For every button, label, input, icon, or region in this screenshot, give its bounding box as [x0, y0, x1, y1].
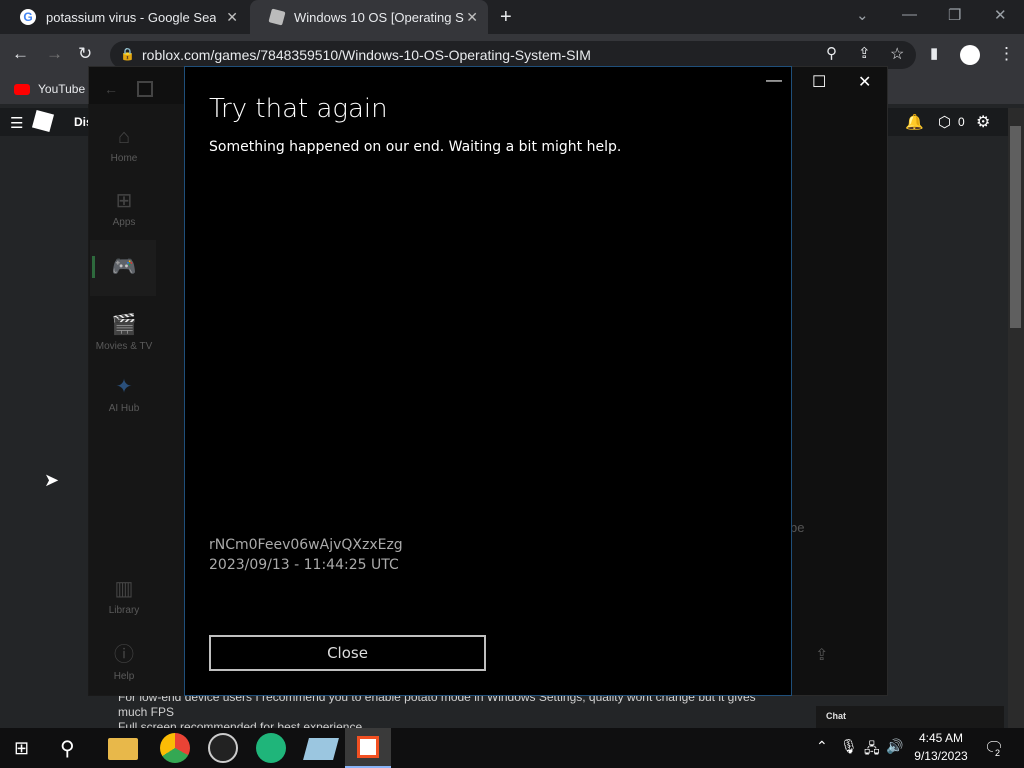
close-tab-icon[interactable]: ✕	[466, 9, 478, 26]
sidebar-label: AI Hub	[108, 403, 140, 414]
google-icon: G	[20, 9, 36, 25]
zoom-icon[interactable]: ⚲	[826, 44, 837, 62]
minimize-window-button[interactable]: —	[766, 72, 782, 90]
tab-roblox-active[interactable]: Windows 10 OS [Operating Syste ✕	[250, 0, 488, 34]
notification-bell-icon[interactable]: 🔔	[905, 113, 924, 131]
home-icon: ⌂	[117, 126, 131, 148]
side-panel-icon[interactable]: ▮	[930, 44, 938, 62]
film-icon: 🎬	[111, 314, 137, 336]
maximize-window-button[interactable]: ☐	[812, 72, 826, 92]
app-blue-icon[interactable]	[303, 738, 339, 760]
volume-icon[interactable]: 🔊	[886, 738, 903, 755]
clock-date[interactable]: 9/13/2023	[908, 749, 974, 763]
sidebar-label: Library	[108, 605, 140, 616]
share-icon[interactable]: ⇪	[815, 645, 828, 665]
app-green-icon[interactable]	[256, 733, 286, 763]
new-tab-button[interactable]: +	[500, 6, 512, 29]
search-icon[interactable]: ⚲	[60, 736, 75, 761]
hamburger-icon[interactable]: ☰	[10, 114, 23, 132]
tab-google-search[interactable]: G potassium virus - Google Search ✕	[0, 0, 248, 34]
network-icon[interactable]: 🖧	[864, 738, 880, 762]
error-dialog	[184, 66, 792, 696]
lock-icon[interactable]: 🔒	[120, 47, 135, 61]
chat-label[interactable]: Chat	[826, 711, 846, 721]
settings-gear-icon[interactable]: ⚙	[976, 112, 990, 132]
close-window-button[interactable]: ✕	[858, 72, 871, 92]
store-back-icon[interactable]: ←	[104, 81, 118, 97]
sidebar-item-home[interactable]: ⌂ Home	[88, 126, 160, 164]
sidebar-item-movies[interactable]: 🎬 Movies & TV	[88, 312, 160, 352]
mouse-cursor-icon: ➤	[44, 470, 60, 490]
roblox-favicon-icon	[268, 8, 286, 26]
sidebar-label: Home	[110, 153, 138, 164]
menu-kebab-icon[interactable]: ⋮	[998, 44, 1015, 64]
gamepad-icon: 🎮	[111, 256, 137, 278]
close-tab-icon[interactable]: ✕	[226, 9, 238, 26]
chrome-icon[interactable]	[160, 733, 190, 763]
url-text[interactable]: roblox.com/games/7848359510/Windows-10-O…	[142, 47, 591, 63]
bookmark-star-icon[interactable]: ☆	[890, 44, 904, 64]
scrollbar-thumb[interactable]	[1010, 126, 1021, 328]
share-icon[interactable]: ⇪	[858, 44, 871, 62]
minimize-browser-button[interactable]: —	[902, 6, 917, 23]
forward-icon[interactable]: →	[46, 44, 63, 64]
tab-search-icon[interactable]: ⌄	[856, 6, 869, 24]
sidebar-label: Apps	[112, 217, 136, 228]
dialog-message: Something happened on our end. Waiting a…	[209, 139, 622, 155]
windows-start-icon[interactable]: ⊞	[14, 738, 29, 759]
library-icon: ▥	[114, 578, 134, 600]
file-explorer-icon[interactable]	[108, 738, 138, 760]
youtube-icon	[14, 84, 30, 95]
tab-title: Windows 10 OS [Operating Syste	[294, 9, 464, 25]
notification-count: 2	[993, 748, 1003, 758]
obs-icon[interactable]	[208, 733, 238, 763]
sidebar-label: Movies & TV	[95, 341, 153, 352]
store-app-icon	[137, 81, 153, 97]
microphone-icon[interactable]: 🎙	[840, 738, 858, 755]
store-icon[interactable]	[357, 736, 379, 758]
close-browser-button[interactable]: ✕	[994, 6, 1007, 24]
tab-title: potassium virus - Google Search	[46, 9, 216, 25]
sidebar-item-library[interactable]: ▥ Library	[88, 576, 160, 616]
sparkle-icon: ✦	[115, 376, 133, 398]
sidebar-item-apps[interactable]: ⊞ Apps	[88, 188, 160, 228]
bookmark-youtube[interactable]: YouTube	[38, 82, 85, 96]
robux-count: 0	[958, 115, 965, 129]
sidebar-item-help[interactable]: ⓘ Help	[88, 638, 160, 682]
close-button[interactable]: Close	[209, 635, 486, 671]
dialog-title: Try that again	[209, 94, 388, 124]
error-code: rNCm0Feev06wAjvQXzxEzg	[209, 537, 403, 553]
sidebar-item-gaming[interactable]: 🎮	[88, 254, 160, 283]
help-icon: ⓘ	[114, 644, 134, 666]
apps-icon: ⊞	[115, 190, 133, 212]
sidebar-item-ai-hub[interactable]: ✦ AI Hub	[88, 374, 160, 414]
tray-chevron-icon[interactable]: ⌃	[816, 738, 828, 755]
error-timestamp: 2023/09/13 - 11:44:25 UTC	[209, 557, 399, 573]
robux-icon[interactable]: ⬡	[938, 113, 951, 131]
sidebar-label: Help	[113, 671, 135, 682]
back-icon[interactable]: ←	[12, 44, 29, 64]
obscured-text: be	[790, 520, 805, 535]
profile-avatar[interactable]	[960, 45, 980, 65]
reload-icon[interactable]: ↻	[78, 44, 92, 64]
restore-browser-button[interactable]: ❐	[948, 6, 961, 24]
clock-time[interactable]: 4:45 AM	[916, 731, 966, 745]
